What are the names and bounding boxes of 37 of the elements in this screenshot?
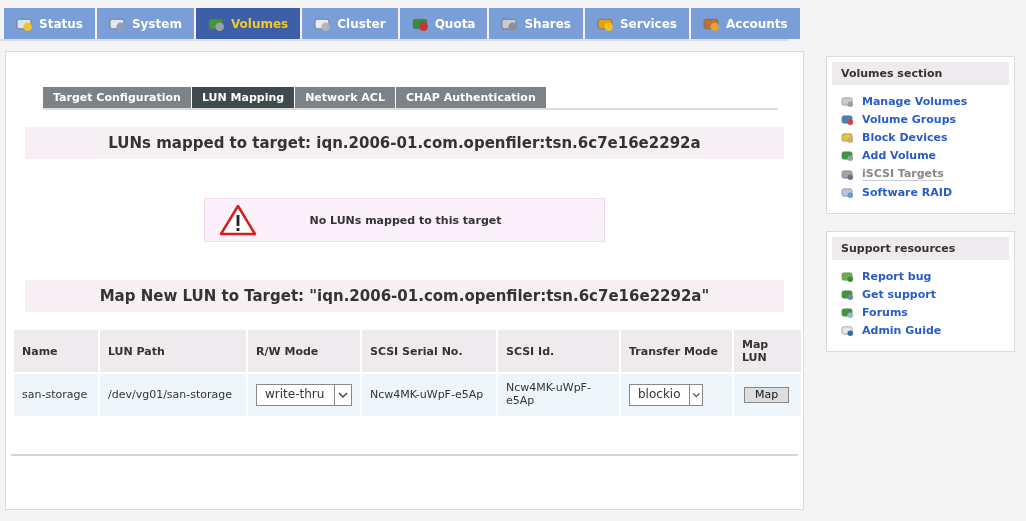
- column-header: SCSI Id.: [498, 330, 619, 372]
- sub-tab[interactable]: Network ACL: [295, 87, 395, 108]
- column-header: LUN Path: [100, 330, 246, 372]
- sidebar-link[interactable]: Get support: [862, 288, 936, 301]
- sidebar-link[interactable]: Add Volume: [862, 149, 937, 162]
- table-cell: san-storage: [14, 374, 98, 416]
- warning-text: No LUNs mapped to this target: [308, 213, 503, 227]
- dropdown-arrow-icon: [334, 385, 351, 405]
- dropdown-arrow-icon: [688, 385, 702, 405]
- sub-tab[interactable]: Target Configuration: [43, 87, 191, 108]
- sidebar-link[interactable]: Report bug: [862, 270, 932, 283]
- map-button[interactable]: Map: [744, 386, 790, 404]
- sidebar-link[interactable]: Software RAID: [862, 186, 953, 199]
- column-header: Name: [14, 330, 98, 372]
- section-heading: LUNs mapped to target: iqn.2006-01.com.openfiler:tsn.6c7e16e2292a: [25, 127, 784, 159]
- sidebar-link[interactable]: Block Devices: [862, 131, 948, 144]
- sidebar-link[interactable]: Forums: [862, 306, 908, 319]
- section-heading: Map New LUN to Target: "iqn.2006-01.com.openfiler:tsn.6c7e16e2292a": [25, 280, 784, 312]
- sidebar-link[interactable]: Admin Guide: [862, 324, 942, 337]
- rw-mode-dropdown[interactable]: write-thru: [256, 384, 352, 406]
- column-header: Map LUN: [734, 330, 801, 372]
- table-cell: Ncw4MK-uWpF-e5Ap: [498, 374, 619, 416]
- panel-title: Support resources: [832, 237, 1009, 260]
- table-cell: Ncw4MK-uWpF-e5Ap: [362, 374, 496, 416]
- transfer-mode-dropdown[interactable]: blockio: [629, 384, 703, 406]
- panel-title: Volumes section: [832, 62, 1009, 85]
- sub-tab[interactable]: LUN Mapping: [191, 87, 295, 108]
- column-header: R/W Mode: [248, 330, 360, 372]
- warning-icon: [219, 204, 257, 236]
- nav-tab[interactable]: Volumes: [195, 8, 301, 39]
- sidebar-link[interactable]: iSCSI Targets: [862, 167, 944, 181]
- column-header: SCSI Serial No.: [362, 330, 496, 372]
- sidebar-link[interactable]: Manage Volumes: [862, 95, 968, 108]
- column-header: Transfer Mode: [621, 330, 732, 372]
- sidebar-link[interactable]: Volume Groups: [862, 113, 957, 126]
- sub-tab[interactable]: CHAP Authentication: [395, 87, 546, 108]
- table-cell: /dev/vg01/san-storage: [100, 374, 246, 416]
